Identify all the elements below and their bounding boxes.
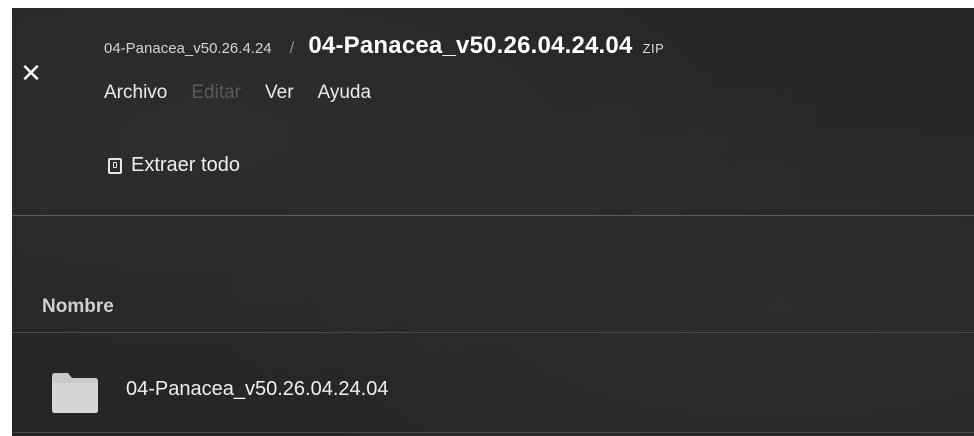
file-name: 04-Panacea_v50.26.04.24.04 [126, 378, 389, 400]
menu-archivo[interactable]: Archivo [104, 82, 167, 104]
file-type-badge: ZIP [642, 41, 665, 56]
menu-ayuda[interactable]: Ayuda [318, 82, 372, 104]
column-header-name[interactable]: Nombre [42, 296, 114, 318]
toolbar-divider [12, 215, 974, 216]
breadcrumb-separator: / [289, 38, 295, 57]
row-divider [12, 432, 974, 433]
breadcrumb-parent[interactable]: 04-Panacea_v50.26.4.24 [104, 40, 272, 57]
archive-extract-icon [108, 157, 122, 174]
close-icon[interactable]: ✕ [18, 60, 44, 86]
list-item[interactable]: 04-Panacea_v50.26.04.24.04 [12, 334, 974, 434]
menu-editar: Editar [191, 82, 241, 103]
header-divider [12, 332, 974, 333]
menu-ver[interactable]: Ver [265, 82, 294, 104]
extract-all-label: Extraer todo [131, 154, 240, 176]
breadcrumb: 04-Panacea_v50.26.4.24 / 04-Panacea_v50.… [104, 32, 664, 62]
zip-archive-window: ✕ 04-Panacea_v50.26.4.24 / 04-Panacea_v5… [12, 8, 974, 436]
menu-bar: Archivo Editar Ver Ayuda [104, 82, 395, 104]
extract-all-button[interactable]: Extraer todo [108, 154, 240, 177]
folder-icon [52, 373, 98, 413]
page-title: 04-Panacea_v50.26.04.24.04 [308, 32, 633, 59]
